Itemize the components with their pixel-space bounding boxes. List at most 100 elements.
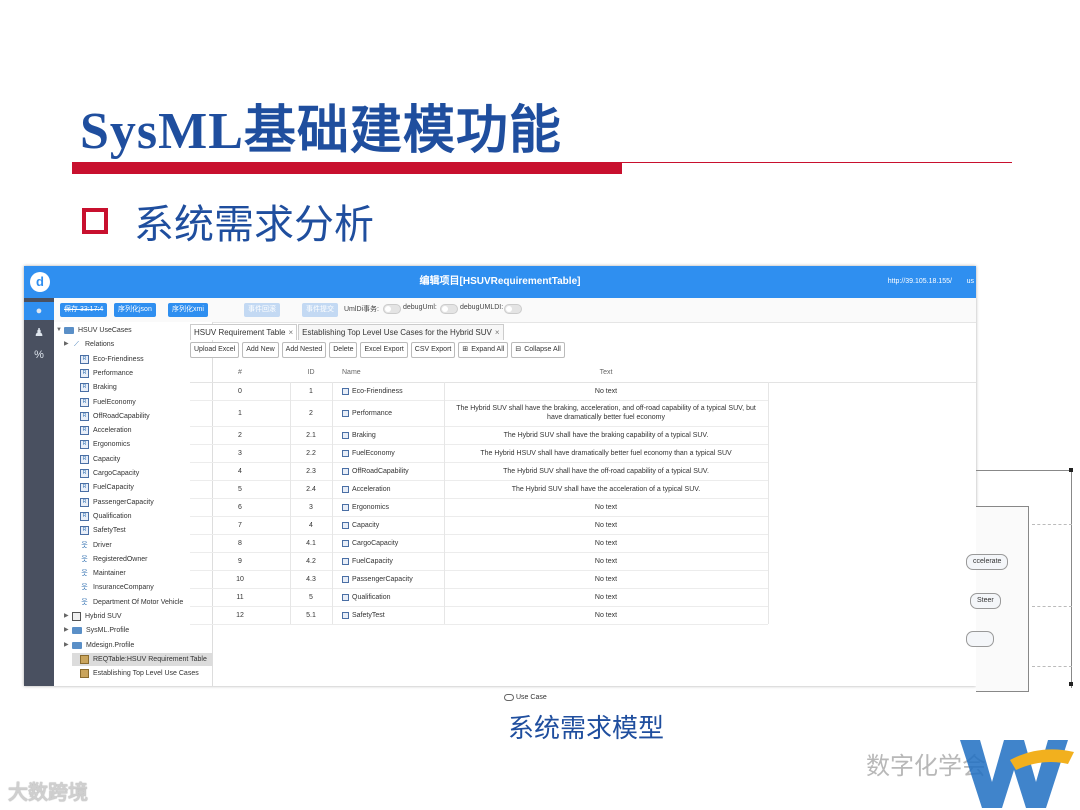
serialize-xmi-button[interactable]: 序列化xmi [168,303,208,317]
tree-item[interactable]: ▼ HSUV UseCases [56,324,212,337]
cell-num[interactable]: 12 [190,606,290,624]
save-button[interactable]: 保存 33:17:4 [60,303,108,317]
cell-num[interactable]: 3 [190,444,290,462]
tree-item[interactable]: REQTable:HSUV Requirement Table [72,652,212,666]
cell-id[interactable]: 2 [290,400,332,426]
umldi-switch[interactable] [383,304,401,314]
cell-num[interactable]: 10 [190,570,290,588]
cell-name[interactable]: SafetyTest [332,606,444,624]
cell-name[interactable]: OffRoadCapability [332,462,444,480]
add-nested-button[interactable]: Add Nested [281,342,327,358]
table-row[interactable]: 0 1 Eco-Friendiness No text [190,382,769,401]
csv-export-button[interactable]: CSV Export [410,342,456,358]
cell-name[interactable]: FuelCapacity [332,552,444,570]
cell-num[interactable]: 6 [190,498,290,516]
cell-text[interactable]: The Hybrid SUV shall have the braking ca… [444,426,768,444]
cell-id[interactable]: 4.2 [290,552,332,570]
serialize-json-button[interactable]: 序列化json [114,303,156,317]
header-num[interactable]: # [190,362,290,382]
resize-handle[interactable] [1069,468,1073,472]
excel-export-button[interactable]: Excel Export [360,342,408,358]
cell-id[interactable]: 5.1 [290,606,332,624]
cell-num[interactable]: 7 [190,516,290,534]
chevron-icon[interactable]: ▶ [64,610,72,623]
close-icon[interactable]: × [288,328,293,337]
usecase-oval[interactable] [966,631,994,647]
cell-id[interactable]: 4.3 [290,570,332,588]
chevron-icon[interactable]: ▶ [64,338,72,351]
cell-name[interactable]: Ergonomics [332,498,444,516]
cell-text[interactable]: No text [444,588,768,606]
table-row[interactable]: 11 5 Qualification No text [190,588,769,607]
table-row[interactable]: 3 2.2 FuelEconomy The Hybrid HSUV shall hav… [190,444,769,463]
cell-num[interactable]: 9 [190,552,290,570]
close-icon[interactable]: × [495,328,500,337]
cell-id[interactable]: 4.1 [290,534,332,552]
upload-excel-button[interactable]: Upload Excel [190,342,240,358]
cell-num[interactable]: 0 [190,382,290,400]
cell-name[interactable]: FuelEconomy [332,444,444,462]
chevron-icon[interactable]: ▼ [56,324,64,337]
table-row[interactable]: 4 2.3 OffRoadCapability The Hybrid SUV shal… [190,462,769,481]
cell-name[interactable]: CargoCapacity [332,534,444,552]
add-new-button[interactable]: Add New [242,342,279,358]
usecase-steer[interactable]: Steer [970,593,1001,609]
tab-establishing-use-cases[interactable]: Establishing Top Level Use Cases for the… [298,324,504,340]
cell-num[interactable]: 5 [190,480,290,498]
cell-name[interactable]: Eco-Friendiness [332,382,444,400]
cell-text[interactable]: The Hybrid SUV shall have the off-road c… [444,462,768,480]
cell-name[interactable]: Capacity [332,516,444,534]
usecase-accelerate[interactable]: ccelerate [966,554,1009,570]
tree-item[interactable]: Establishing Top Level Use Cases [72,667,212,680]
user-label[interactable]: us [967,266,974,298]
cell-id[interactable]: 4 [290,516,332,534]
resize-handle[interactable] [1069,682,1073,686]
event-rollback-button[interactable]: 事件回滚 [244,303,280,317]
cell-text[interactable]: No text [444,382,768,400]
header-id[interactable]: ID [290,362,332,382]
cell-text[interactable]: No text [444,498,768,516]
rail-link-icon[interactable]: % [29,346,49,364]
debugumldi-switch[interactable] [504,304,522,314]
table-row[interactable]: 7 4 Capacity No text [190,516,769,535]
table-row[interactable]: 2 2.1 Braking The Hybrid SUV shall have the… [190,426,769,445]
cell-text[interactable]: No text [444,552,768,570]
cell-name[interactable]: Acceleration [332,480,444,498]
cell-num[interactable]: 4 [190,462,290,480]
cell-name[interactable]: Qualification [332,588,444,606]
cell-name[interactable]: Braking [332,426,444,444]
cell-text[interactable]: No text [444,534,768,552]
table-row[interactable]: 10 4.3 PassengerCapacity No text [190,570,769,589]
cell-num[interactable]: 1 [190,400,290,426]
cell-text[interactable]: No text [444,570,768,588]
table-row[interactable]: 8 4.1 CargoCapacity No text [190,534,769,553]
debuguml-switch[interactable] [440,304,458,314]
table-row[interactable]: 6 3 Ergonomics No text [190,498,769,517]
header-text[interactable]: Text [444,362,768,382]
cell-num[interactable]: 11 [190,588,290,606]
cell-id[interactable]: 5 [290,588,332,606]
table-row[interactable]: 1 2 Performance The Hybrid SUV shall have t… [190,400,769,427]
table-row[interactable]: 5 2.4 Acceleration The Hybrid SUV shall hav… [190,480,769,499]
tab-hsuv-requirement-table[interactable]: HSUV Requirement Table × [190,324,298,340]
cell-text[interactable]: The Hybrid HSUV shall have dramatically … [444,444,768,462]
cell-name[interactable]: PassengerCapacity [332,570,444,588]
cell-text[interactable]: The Hybrid SUV shall have the braking, a… [444,400,768,426]
cell-name[interactable]: Performance [332,400,444,426]
rail-model-icon[interactable]: ● [24,302,54,320]
chevron-icon[interactable]: ▶ [64,639,72,652]
delete-button[interactable]: Delete [329,342,358,358]
cell-id[interactable]: 2.4 [290,480,332,498]
tree-item[interactable]: ▶ Mdesign.Profile [64,639,212,652]
event-commit-button[interactable]: 事件提交 [302,303,338,317]
tree-item[interactable]: ▶ SysML.Profile [64,624,212,637]
header-name[interactable]: Name [332,362,444,382]
cell-id[interactable]: 2.2 [290,444,332,462]
cell-id[interactable]: 3 [290,498,332,516]
expand-all-button[interactable]: ⊞ Expand All [458,342,509,358]
table-row[interactable]: 12 5.1 SafetyTest No text [190,606,769,625]
cell-text[interactable]: No text [444,606,768,624]
cell-text[interactable]: The Hybrid SUV shall have the accelerati… [444,480,768,498]
cell-id[interactable]: 1 [290,382,332,400]
rail-user-icon[interactable]: ♟ [29,324,49,342]
